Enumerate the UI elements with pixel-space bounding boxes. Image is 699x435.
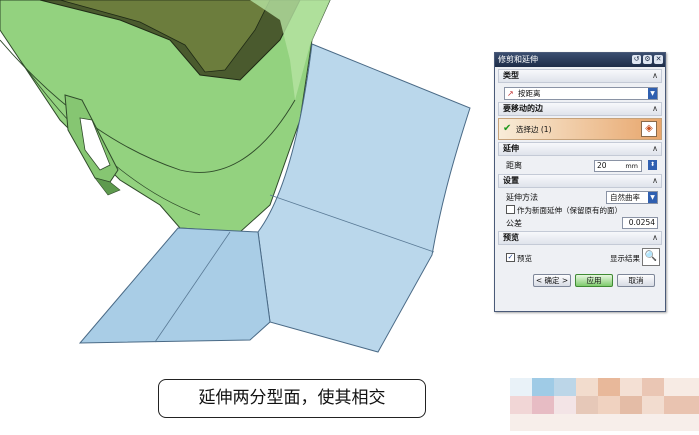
- edge-header-label: 要移动的边: [503, 104, 543, 113]
- collapse-icon[interactable]: ∧: [652, 143, 658, 155]
- dialog-button-bar: < 确定 > 应用 取消: [495, 271, 665, 287]
- dropdown-arrow-icon[interactable]: ▼: [648, 192, 657, 203]
- extend-group: 延伸 ∧ 距离 20 mm ⬍: [498, 142, 662, 172]
- distance-stepper-icon[interactable]: ⬍: [648, 160, 657, 170]
- type-select[interactable]: ↗ 按距离 ▼: [504, 87, 658, 100]
- tolerance-value: 0.0254: [628, 218, 655, 227]
- collapse-icon[interactable]: ∧: [652, 70, 658, 82]
- collapse-icon[interactable]: ∧: [652, 232, 658, 244]
- trim-extend-dialog: 修剪和延伸 ↺ ⚙ ✕ 类型 ∧ ↗ 按距离 ▼ 要移动的边 ∧ ✔ 选择边 (…: [494, 52, 666, 312]
- ok-button[interactable]: < 确定 >: [533, 274, 571, 287]
- caption-box: 延伸两分型面，使其相交: [158, 379, 426, 418]
- edge-group: 要移动的边 ∧: [498, 102, 662, 116]
- cube-select-icon[interactable]: ◈: [641, 121, 657, 137]
- settings-group-header[interactable]: 设置 ∧: [498, 174, 662, 188]
- settings-group: 设置 ∧ 延伸方法 自然曲率 ▼ 作为新面延伸（保留原有的面） 公差 0.025…: [498, 174, 662, 229]
- gear-icon[interactable]: ⚙: [643, 55, 652, 64]
- dialog-titlebar[interactable]: 修剪和延伸 ↺ ⚙ ✕: [495, 53, 665, 67]
- show-result-label: 显示结果: [610, 254, 640, 263]
- method-select[interactable]: 自然曲率 ▼: [606, 191, 658, 204]
- tolerance-input[interactable]: 0.0254: [622, 217, 658, 229]
- distance-type-icon: ↗: [507, 89, 514, 98]
- distance-unit: mm: [625, 162, 638, 170]
- caption-text: 延伸两分型面，使其相交: [198, 388, 386, 408]
- distance-value: 20: [597, 161, 607, 170]
- collapse-icon[interactable]: ∧: [652, 103, 658, 115]
- preview-header-label: 预览: [503, 233, 519, 242]
- dialog-title: 修剪和延伸: [498, 55, 538, 64]
- distance-label: 距离: [506, 161, 522, 170]
- method-select-value: 自然曲率: [610, 193, 640, 202]
- parting-surface-bottom: [78, 227, 271, 344]
- settings-header-label: 设置: [503, 176, 519, 185]
- tolerance-label: 公差: [506, 219, 522, 228]
- new-face-label: 作为新面延伸（保留原有的面）: [517, 206, 622, 215]
- distance-input[interactable]: 20 mm: [594, 160, 642, 172]
- preview-group-header[interactable]: 预览 ∧: [498, 231, 662, 245]
- close-icon[interactable]: ✕: [654, 55, 663, 64]
- preview-checkbox[interactable]: ✓: [506, 253, 515, 262]
- new-face-checkbox[interactable]: [506, 205, 515, 214]
- type-select-value: 按距离: [518, 89, 541, 98]
- watermark-mosaic: [510, 378, 699, 431]
- select-edge-label: 选择边 (1): [516, 125, 552, 134]
- type-header-label: 类型: [503, 71, 519, 80]
- edge-group-header[interactable]: 要移动的边 ∧: [498, 102, 662, 116]
- method-label: 延伸方法: [506, 193, 538, 202]
- extend-header-label: 延伸: [503, 144, 519, 153]
- preview-label: 预览: [517, 254, 532, 263]
- type-group: 类型 ∧ ↗ 按距离 ▼: [498, 69, 662, 100]
- preview-group: 预览 ∧ ✓ 预览 显示结果 🔍: [498, 231, 662, 269]
- magnifier-icon[interactable]: 🔍: [642, 248, 660, 266]
- apply-button[interactable]: 应用: [575, 274, 613, 287]
- reset-icon[interactable]: ↺: [632, 55, 641, 64]
- collapse-icon[interactable]: ∧: [652, 175, 658, 187]
- checkmark-icon: ✔: [503, 123, 512, 134]
- dropdown-arrow-icon[interactable]: ▼: [648, 88, 657, 99]
- cancel-button[interactable]: 取消: [617, 274, 655, 287]
- select-edge-row[interactable]: ✔ 选择边 (1) ◈: [498, 118, 662, 140]
- extend-group-header[interactable]: 延伸 ∧: [498, 142, 662, 156]
- type-group-header[interactable]: 类型 ∧: [498, 69, 662, 83]
